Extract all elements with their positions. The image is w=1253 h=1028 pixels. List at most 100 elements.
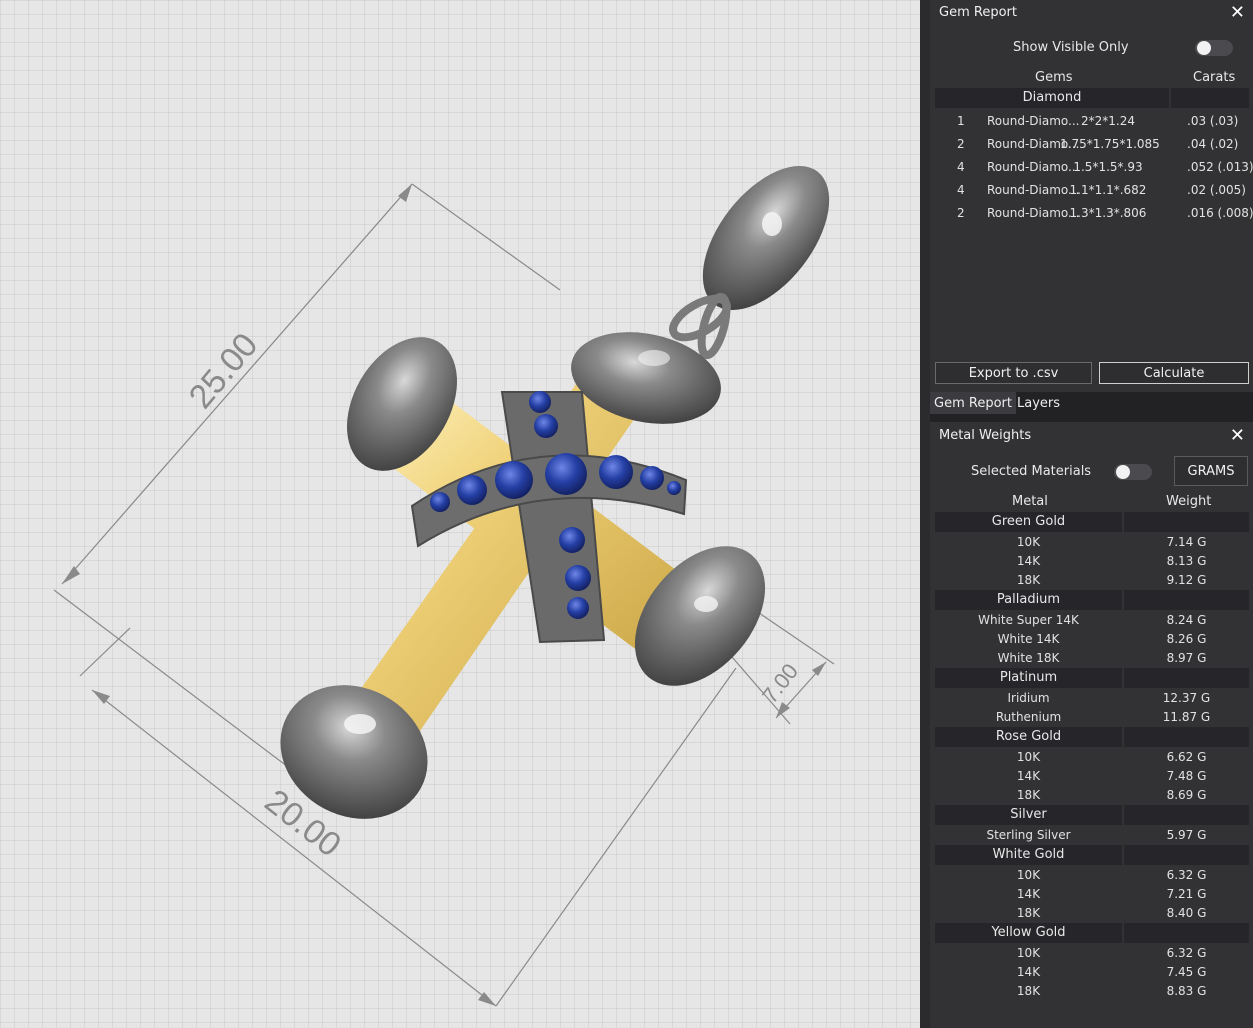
metal-label: Ruthenium [995,710,1062,724]
gem-qty: 4 [957,160,965,174]
gem-group-header: Diamond [935,88,1249,108]
metal-label: 18K [1016,906,1041,920]
bail [669,166,830,360]
selected-materials-toggle[interactable] [1114,464,1152,480]
gem-size: 1.1*1.1*.682 [1069,183,1147,197]
gem-row[interactable]: 2 Round-Diamo... 1.3*1.3*.806.016 (.008) [935,204,1253,223]
metal-label: 14K [1016,554,1041,568]
close-icon[interactable]: ✕ [1230,2,1245,23]
metal-row[interactable]: White 18K 8.97 G [935,649,1249,668]
metal-row[interactable]: Iridium 12.37 G [935,689,1249,708]
3d-viewport[interactable]: 25.00 20.00 7.00 [0,0,920,1028]
metal-row[interactable]: 18K 8.69 G [935,786,1249,805]
dimension-label-depth: 7.00 [757,659,803,708]
metal-row[interactable]: White 14K 8.26 G [935,630,1249,649]
selected-materials-label: Selected Materials [971,464,1092,479]
metal-row[interactable]: 14K 7.45 G [935,963,1249,982]
metal-row[interactable]: 18K 8.40 G [935,904,1249,923]
close-icon[interactable]: ✕ [1230,425,1245,446]
gem-carats: .052 (.013) [1187,160,1253,174]
metal-weights-panel: Metal Weights ✕ Selected Materials GRAMS… [930,422,1253,1028]
metal-label: 10K [1016,946,1041,960]
metal-label: 18K [1016,788,1041,802]
metal-group-label: Silver [1010,807,1047,822]
metal-label: Sterling Silver [986,828,1071,842]
metal-weight: 12.37 G [1162,691,1211,705]
metal-group-header: Green Gold [935,512,1249,532]
metal-weight: 8.26 G [1166,632,1207,646]
metal-weight: 9.12 G [1166,573,1207,587]
gem-row[interactable]: 2 Round-Diamo... 1.75*1.75*1.085.04 (.02) [935,135,1249,154]
metal-group-header: Yellow Gold [935,923,1249,943]
metal-row[interactable]: Ruthenium 11.87 G [935,708,1249,727]
gem-row[interactable]: 4 Round-Diamo... 1.5*1.5*.93.052 (.013) [935,158,1253,177]
metal-label: 14K [1016,769,1041,783]
tab-layers[interactable]: Layers [1013,392,1064,414]
metal-row[interactable]: 10K 7.14 G [935,533,1249,552]
metal-weight: 6.62 G [1166,750,1207,764]
metal-row[interactable]: 10K 6.32 G [935,866,1249,885]
metal-row[interactable]: 14K 8.13 G [935,552,1249,571]
metal-label: 18K [1016,984,1041,998]
metal-group-label: Platinum [999,670,1058,685]
metal-weight: 5.97 G [1166,828,1207,842]
gem-row[interactable]: 4 Round-Diamo... 1.1*1.1*.682.02 (.005) [935,181,1249,200]
metal-weight: 7.21 G [1166,887,1207,901]
panel-splitter[interactable] [920,0,930,1028]
gem-carats: .03 (.03) [1187,114,1239,128]
metal-weight: 7.45 G [1166,965,1207,979]
gem-carats: .016 (.008) [1187,206,1253,220]
metal-group-label: White Gold [992,847,1065,862]
metal-row[interactable]: 10K 6.62 G [935,748,1249,767]
units-button[interactable]: GRAMS [1174,456,1248,486]
metal-group-label: Rose Gold [995,729,1062,744]
gem-qty: 2 [957,206,965,220]
gem-carats: .02 (.005) [1187,183,1246,197]
gem-size: 1.3*1.3*.806 [1069,206,1147,220]
metal-weight: 8.13 G [1166,554,1207,568]
metal-row[interactable]: Sterling Silver 5.97 G [935,826,1249,845]
metal-group-header: Silver [935,805,1249,825]
col-metal-header: Metal [1012,494,1048,509]
metal-label: 14K [1016,887,1041,901]
metal-label: 10K [1016,868,1041,882]
metal-label: White Super 14K [978,613,1079,627]
gem-size: 1.5*1.5*.93 [1073,160,1143,174]
gem-qty: 4 [957,183,965,197]
metal-row[interactable]: 14K 7.48 G [935,767,1249,786]
metal-group-label: Yellow Gold [991,925,1066,940]
calculate-button[interactable]: Calculate [1099,362,1249,384]
gem-report-panel: Gem Report ✕ Show Visible Only Gems Cara… [930,0,1253,392]
col-carats-header: Carats [1193,70,1236,85]
metal-weight: 7.14 G [1166,535,1207,549]
metal-weight: 8.24 G [1166,613,1207,627]
gem-group-label: Diamond [1022,90,1082,105]
metal-weight: 8.83 G [1166,984,1207,998]
gem-size: 1.75*1.75*1.085 [1060,137,1160,151]
gem-report-title: Gem Report [939,5,1017,20]
dimension-label-height: 25.00 [182,326,266,416]
metal-row[interactable]: 18K 8.83 G [935,982,1249,1001]
gem-qty: 1 [957,114,965,128]
metal-label: 18K [1016,573,1041,587]
gem-row[interactable]: 1 Round-Diamo... 2*2*1.24.03 (.03) [935,112,1249,131]
tab-gem-report[interactable]: Gem Report [930,392,1016,414]
show-visible-toggle[interactable] [1195,40,1233,56]
col-gems-header: Gems [1035,70,1073,85]
metal-group-header: Palladium [935,590,1249,610]
metal-row[interactable]: 10K 6.32 G [935,944,1249,963]
metal-row[interactable]: White Super 14K 8.24 G [935,611,1249,630]
metal-label: Iridium [1007,691,1050,705]
export-csv-button[interactable]: Export to .csv [935,362,1092,384]
metal-weights-title: Metal Weights [939,428,1032,443]
metal-row[interactable]: 18K 9.12 G [935,571,1249,590]
metal-label: White 14K [997,632,1060,646]
metal-weight: 7.48 G [1166,769,1207,783]
metal-row[interactable]: 14K 7.21 G [935,885,1249,904]
metal-weight: 8.97 G [1166,651,1207,665]
metal-group-header: White Gold [935,845,1249,865]
cross-pendant-model[interactable]: 25.00 20.00 7.00 [0,0,920,1028]
metal-group-label: Palladium [996,592,1061,607]
metal-group-label: Green Gold [991,514,1066,529]
show-visible-label: Show Visible Only [1013,40,1129,55]
